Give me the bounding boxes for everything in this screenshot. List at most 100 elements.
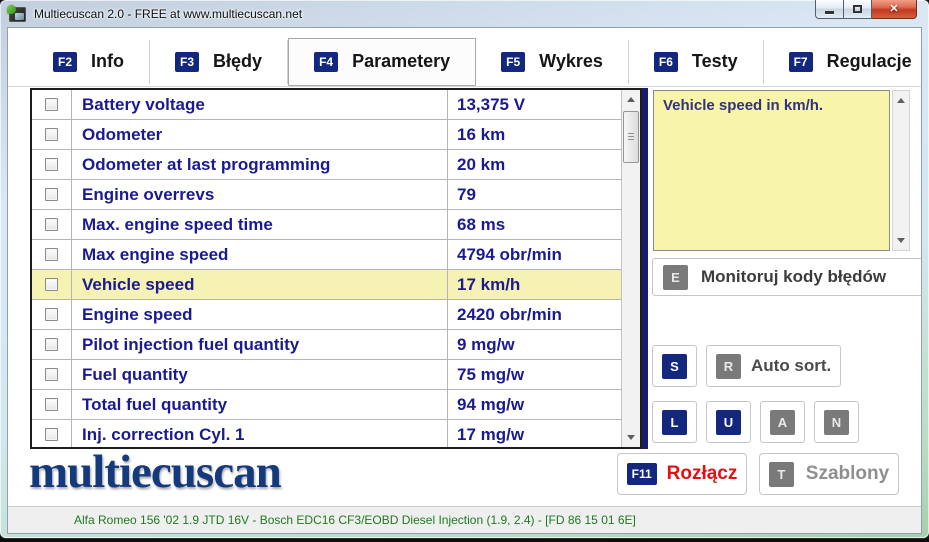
- tab[interactable]: F4 Parametery: [288, 38, 476, 86]
- monitor-button-label: Monitoruj kody błędów: [701, 267, 886, 287]
- row-checkbox[interactable]: [45, 308, 58, 321]
- table-row[interactable]: Max. engine speed time 68 ms: [32, 210, 640, 240]
- table-row[interactable]: Engine overrevs 79: [32, 180, 640, 210]
- hotkey-badge: L: [662, 410, 687, 435]
- table-row[interactable]: Vehicle speed 17 km/h: [32, 270, 640, 300]
- parameter-value: 17 km/h: [448, 270, 621, 299]
- tab[interactable]: F3 Błędy: [150, 40, 288, 84]
- row-checkbox[interactable]: [45, 98, 58, 111]
- scroll-down-icon[interactable]: [627, 435, 635, 440]
- row-checkbox[interactable]: [45, 428, 58, 441]
- table-row[interactable]: Battery voltage 13,375 V: [32, 90, 640, 120]
- scroll-up-icon[interactable]: [627, 97, 635, 102]
- maximize-button[interactable]: [844, 0, 872, 19]
- checkbox-cell: [32, 210, 72, 239]
- row-checkbox[interactable]: [45, 158, 58, 171]
- fkey-badge: F5: [501, 52, 525, 72]
- checkbox-cell: [32, 90, 72, 119]
- quick-button-label: Auto sort.: [751, 356, 831, 376]
- parameter-name: Odometer: [72, 120, 448, 149]
- checkbox-cell: [32, 360, 72, 389]
- row-checkbox[interactable]: [45, 128, 58, 141]
- tab-bar: F2 Info F3 Błędy F4 Parametery F5: [8, 37, 921, 87]
- tab[interactable]: F7 Regulacje: [764, 40, 921, 84]
- table-row[interactable]: Engine speed 2420 obr/min: [32, 300, 640, 330]
- hotkey-f11-badge: F11: [627, 463, 657, 485]
- hotkey-badge: N: [824, 410, 849, 435]
- row-checkbox[interactable]: [45, 368, 58, 381]
- quick-button[interactable]: A: [760, 401, 805, 443]
- quick-button[interactable]: L: [652, 401, 697, 443]
- maximize-icon: [853, 5, 862, 13]
- checkbox-cell: [32, 420, 72, 449]
- tab-label: Regulacje: [827, 51, 912, 72]
- row-checkbox[interactable]: [45, 188, 58, 201]
- quick-button[interactable]: R Auto sort.: [706, 345, 841, 387]
- tab-label: Info: [91, 51, 124, 72]
- checkbox-cell: [32, 120, 72, 149]
- window-controls: ✕: [815, 0, 917, 19]
- parameter-value: 9 mg/w: [448, 330, 621, 359]
- minimize-icon: [825, 11, 834, 14]
- parameter-name: Fuel quantity: [72, 360, 448, 389]
- parameter-value: 20 km: [448, 150, 621, 179]
- parameter-name: Max. engine speed time: [72, 210, 448, 239]
- table-row[interactable]: Pilot injection fuel quantity 9 mg/w: [32, 330, 640, 360]
- table-row[interactable]: Max engine speed 4794 obr/min: [32, 240, 640, 270]
- row-checkbox[interactable]: [45, 278, 58, 291]
- minimize-button[interactable]: [815, 0, 844, 19]
- scrollbar-thumb[interactable]: [623, 111, 639, 163]
- close-button[interactable]: ✕: [872, 0, 917, 19]
- disconnect-button[interactable]: F11 Rozłącz: [617, 453, 747, 495]
- checkbox-cell: [32, 330, 72, 359]
- table-row[interactable]: Fuel quantity 75 mg/w: [32, 360, 640, 390]
- parameter-name: Total fuel quantity: [72, 390, 448, 419]
- quick-button[interactable]: N: [814, 401, 859, 443]
- window-title: Multiecuscan 2.0 - FREE at www.multiecus…: [34, 7, 302, 21]
- app-icon: [9, 7, 26, 22]
- checkbox-cell: [32, 300, 72, 329]
- screen: Multiecuscan 2.0 - FREE at www.multiecus…: [0, 0, 929, 542]
- templates-label: Szablony: [806, 463, 889, 485]
- quick-buttons-row1: S R Auto sort.: [652, 345, 841, 387]
- hotkey-e-badge: E: [663, 265, 688, 290]
- quick-button[interactable]: U: [706, 401, 751, 443]
- tab[interactable]: F2 Info: [28, 40, 150, 84]
- table-row[interactable]: Odometer 16 km: [32, 120, 640, 150]
- hotkey-t-badge: T: [769, 462, 794, 487]
- row-checkbox[interactable]: [45, 248, 58, 261]
- fkey-badge: F6: [654, 52, 678, 72]
- table-row[interactable]: Odometer at last programming 20 km: [32, 150, 640, 180]
- row-checkbox[interactable]: [45, 338, 58, 351]
- tab-label: Parametery: [352, 51, 450, 72]
- tab[interactable]: F6 Testy: [629, 40, 764, 84]
- parameter-name: Engine overrevs: [72, 180, 448, 209]
- checkbox-cell: [32, 150, 72, 179]
- parameter-name: Battery voltage: [72, 90, 448, 119]
- parameter-name: Pilot injection fuel quantity: [72, 330, 448, 359]
- checkbox-cell: [32, 270, 72, 299]
- row-checkbox[interactable]: [45, 218, 58, 231]
- table-row[interactable]: Total fuel quantity 94 mg/w: [32, 390, 640, 420]
- quick-button[interactable]: S: [652, 345, 697, 387]
- close-icon: ✕: [889, 4, 898, 15]
- description-scrollbar[interactable]: [892, 90, 910, 251]
- fkey-badge: F7: [789, 52, 813, 72]
- checkbox-cell: [32, 180, 72, 209]
- parameter-value: 79: [448, 180, 621, 209]
- parameter-value: 13,375 V: [448, 90, 621, 119]
- table-scrollbar[interactable]: [621, 90, 640, 447]
- tab[interactable]: F5 Wykres: [476, 40, 629, 84]
- parameter-name: Odometer at last programming: [72, 150, 448, 179]
- vehicle-ecu-status: Alfa Romeo 156 '02 1.9 JTD 16V - Bosch E…: [74, 513, 636, 527]
- disconnect-label: Rozłącz: [667, 463, 738, 485]
- scroll-up-icon[interactable]: [897, 98, 905, 103]
- parameter-value: 75 mg/w: [448, 360, 621, 389]
- tab-label: Testy: [692, 51, 738, 72]
- table-row[interactable]: Inj. correction Cyl. 1 17 mg/w: [32, 420, 640, 449]
- row-checkbox[interactable]: [45, 398, 58, 411]
- monitor-error-codes-button[interactable]: E Monitoruj kody błędów: [652, 258, 921, 296]
- parameter-rows: Battery voltage 13,375 V Odometer 16 km: [32, 90, 640, 449]
- scroll-down-icon[interactable]: [897, 238, 905, 243]
- templates-button[interactable]: T Szablony: [759, 453, 899, 495]
